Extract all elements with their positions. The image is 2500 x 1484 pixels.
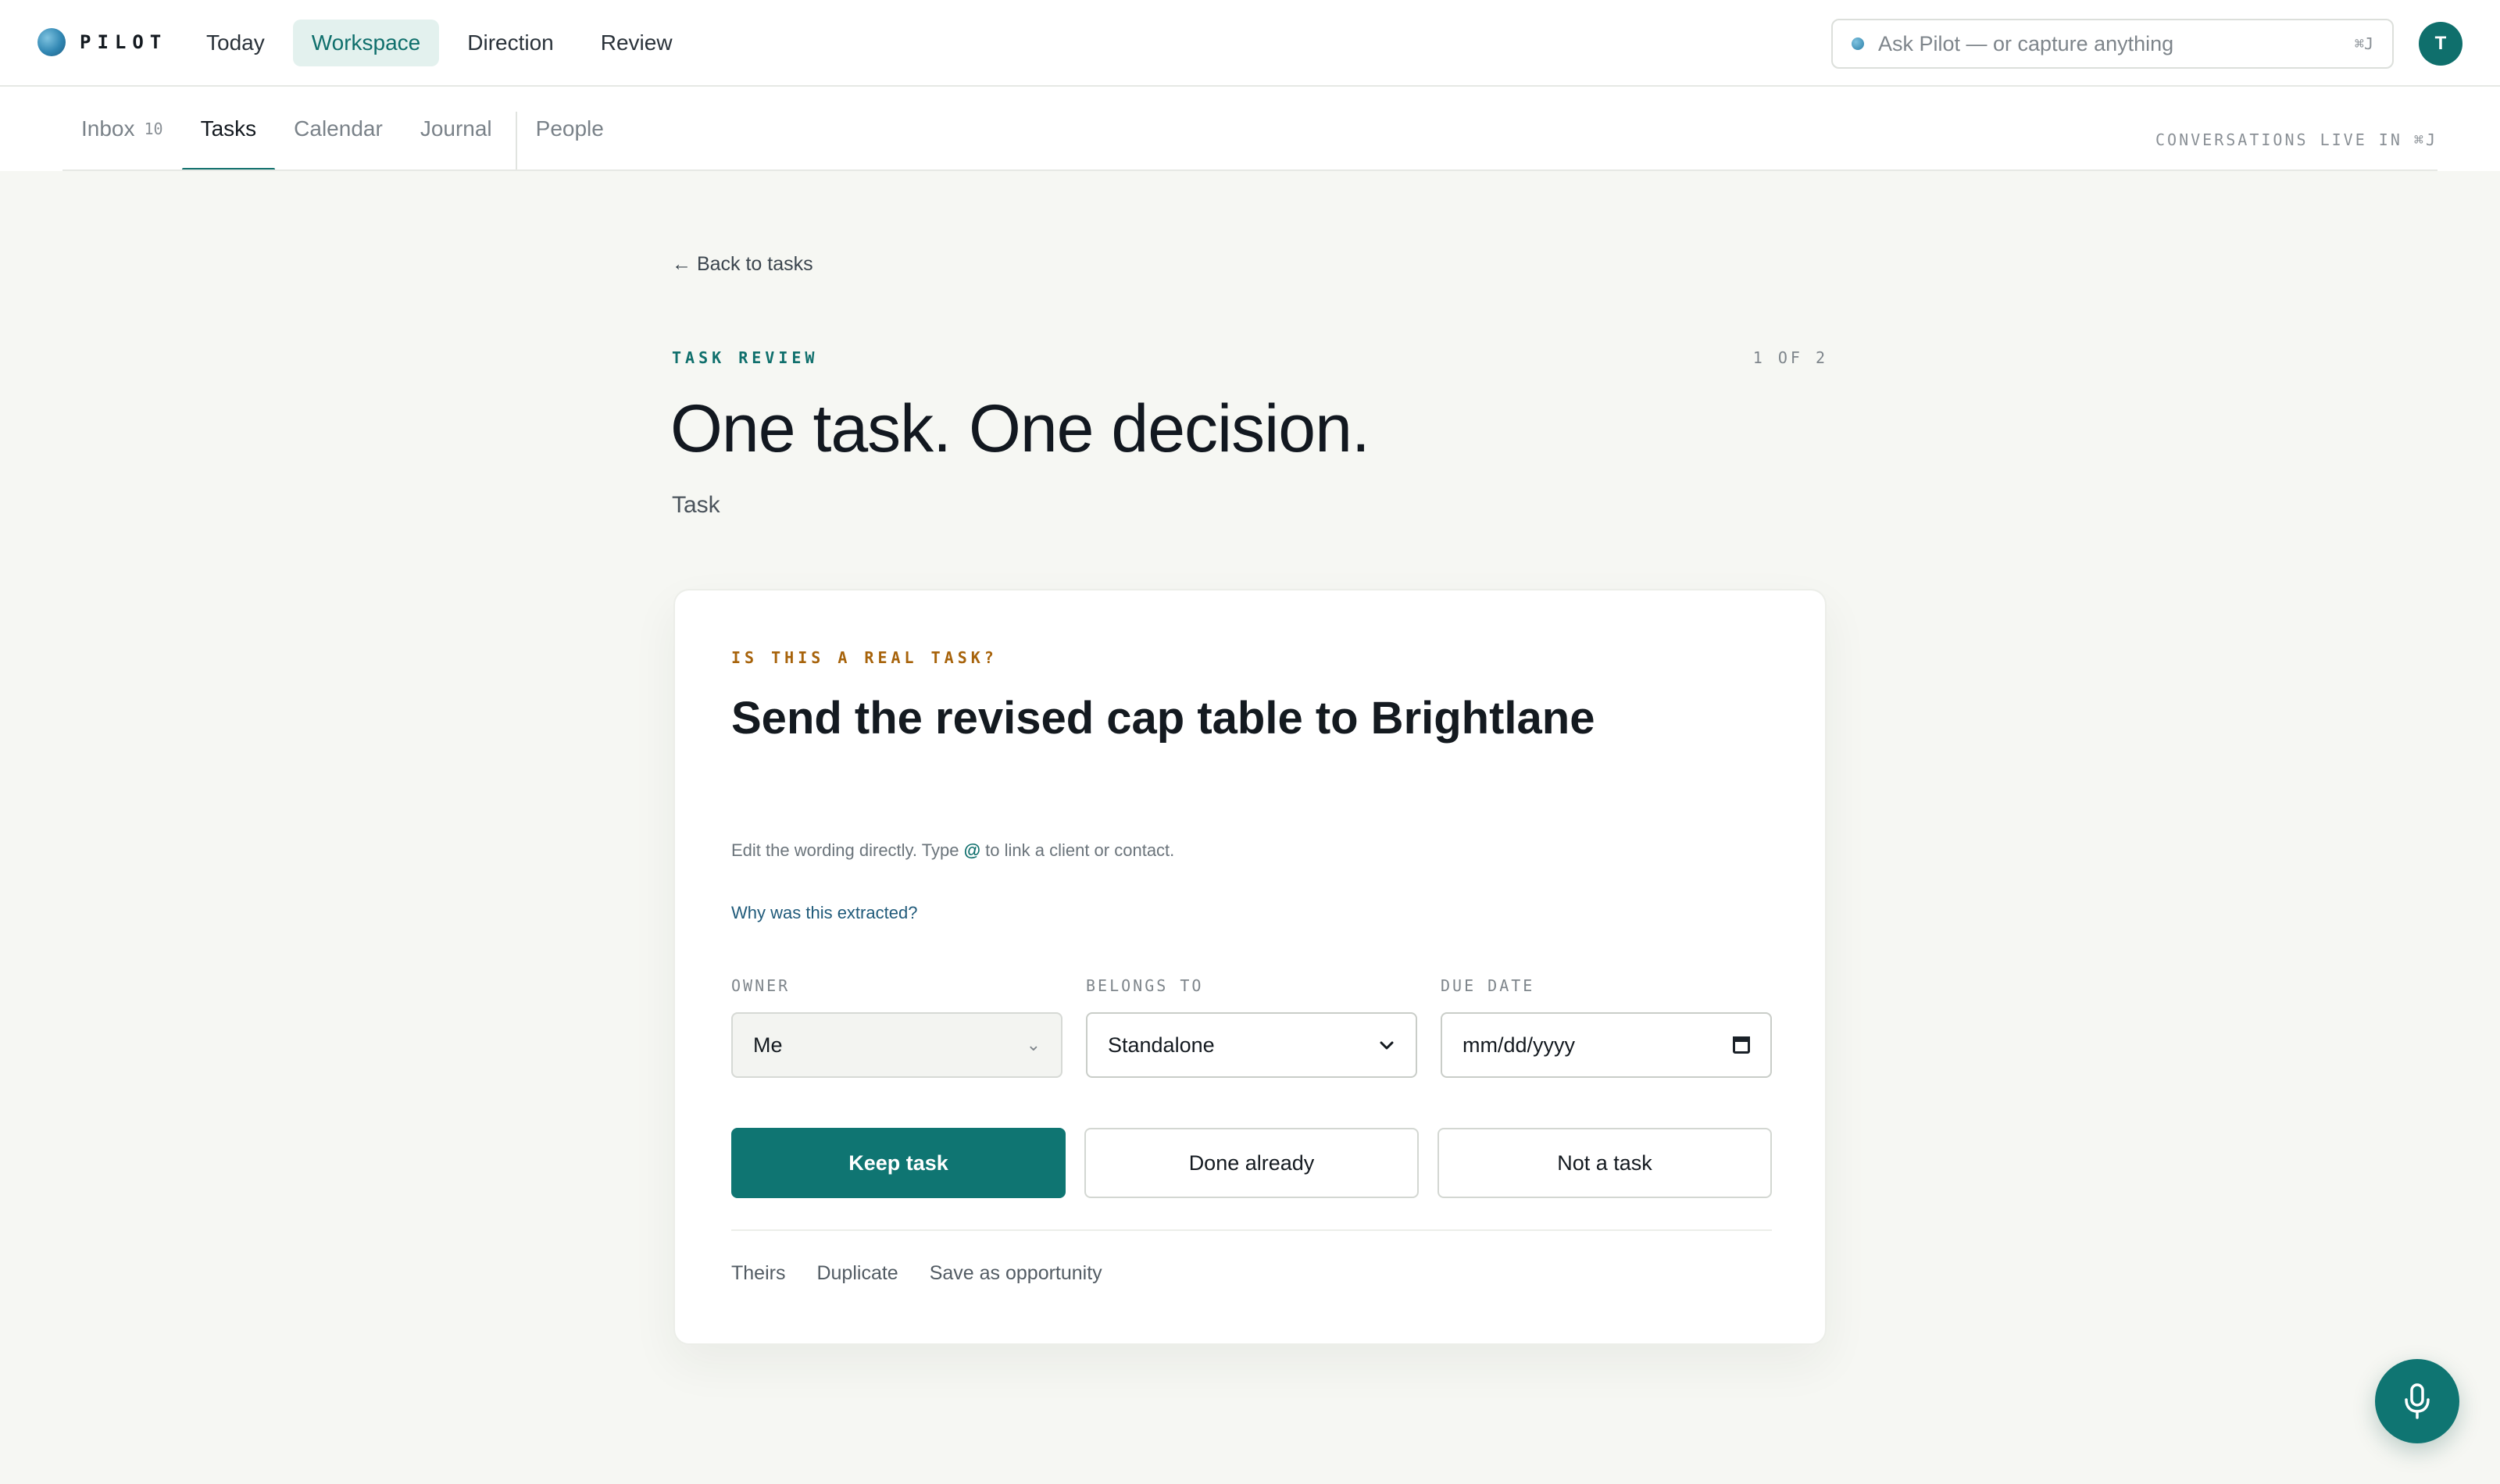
secondary-actions: Theirs Duplicate Save as opportunity [731,1262,1134,1285]
tab-people[interactable]: People [517,87,623,171]
keep-task-button[interactable]: Keep task [731,1128,1066,1198]
hint-before: Edit the wording directly. Type [731,840,959,860]
brand-name: PILOT [80,31,168,53]
search-shortcut: ⌘J [2354,34,2373,53]
review-counter: 1 OF 2 [1752,348,1828,367]
nav-today[interactable]: Today [188,20,284,66]
edit-hint: Edit the wording directly. Type @ to lin… [731,840,1174,861]
theirs-link[interactable]: Theirs [731,1262,785,1285]
arrow-left-icon: ← [672,253,691,275]
user-avatar[interactable]: T [2419,22,2462,66]
card-divider [731,1229,1772,1231]
task-review-card: IS THIS A REAL TASK? Send the revised ca… [673,589,1827,1345]
belongs-to-select[interactable]: Standalone [1086,1012,1417,1078]
due-date-value: mm/dd/yyyy [1462,1033,1576,1057]
chevron-down-icon: ⌄ [1026,1035,1041,1054]
page-eyebrow: TASK REVIEW [672,348,819,367]
back-to-tasks-link[interactable]: ← Back to tasks [672,253,813,276]
main-nav: Today Workspace Direction Review [188,20,701,66]
voice-capture-button[interactable] [2375,1359,2459,1443]
tab-calendar[interactable]: Calendar [275,87,402,171]
brand[interactable]: PILOT [38,28,167,56]
microphone-icon [2405,1383,2430,1419]
search-input[interactable] [1878,31,2355,56]
pilot-logo-icon [38,28,66,56]
pilot-dot-icon [1852,37,1864,50]
page-title: One task. One decision. [670,391,1370,466]
hint-at: @ [963,840,981,860]
tab-inbox-label: Inbox [81,116,135,141]
owner-label: OWNER [731,976,791,995]
chevron-down-icon [1380,1041,1394,1050]
due-date-input[interactable]: mm/dd/yyyy [1441,1012,1772,1078]
save-as-opportunity-link[interactable]: Save as opportunity [930,1262,1102,1285]
nav-direction[interactable]: Direction [448,20,572,66]
nav-review[interactable]: Review [582,20,691,66]
task-title-editor[interactable]: Send the revised cap table to Brightlane [731,692,1770,744]
hint-after: to link a client or contact. [985,840,1175,860]
tab-journal[interactable]: Journal [402,87,511,171]
tab-tasks[interactable]: Tasks [181,87,276,171]
calendar-icon [1733,1036,1750,1054]
top-bar: PILOT Today Workspace Direction Review ⌘… [0,0,2500,87]
conversations-note: CONVERSATIONS LIVE IN ⌘J [2155,130,2438,149]
done-already-button[interactable]: Done already [1084,1128,1419,1198]
tab-journal-label: Journal [420,116,492,141]
card-question: IS THIS A REAL TASK? [731,648,998,667]
ask-pilot-search[interactable]: ⌘J [1831,19,2394,69]
sub-nav: Inbox 10 Tasks Calendar Journal People C… [0,87,2500,171]
sub-tabs: Inbox 10 Tasks Calendar Journal People [62,87,623,171]
belongs-to-value: Standalone [1108,1033,1215,1057]
nav-workspace[interactable]: Workspace [292,20,440,66]
not-a-task-button[interactable]: Not a task [1438,1128,1772,1198]
due-date-label: DUE DATE [1441,976,1535,995]
owner-value: Me [753,1033,783,1057]
tab-people-label: People [535,116,604,141]
back-label: Back to tasks [696,253,813,275]
tab-tasks-label: Tasks [200,116,257,141]
tab-inbox[interactable]: Inbox 10 [62,87,182,171]
sub-nav-divider [62,169,2438,171]
tab-calendar-label: Calendar [294,116,383,141]
duplicate-link[interactable]: Duplicate [816,1262,898,1285]
inbox-count: 10 [144,120,163,138]
belongs-to-label: BELONGS TO [1086,976,1204,995]
why-extracted-link[interactable]: Why was this extracted? [731,903,917,923]
page-subtitle: Task [672,492,720,518]
owner-select[interactable]: Me ⌄ [731,1012,1062,1078]
